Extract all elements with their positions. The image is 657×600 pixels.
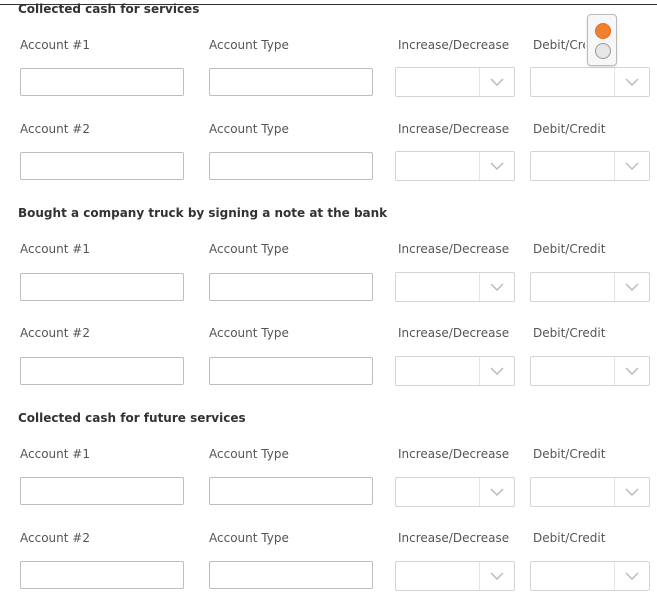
increase-decrease-select[interactable]	[395, 67, 515, 97]
debit-credit-label: Debit/Credit	[533, 242, 606, 256]
chevron-down-icon	[479, 562, 514, 590]
account-input[interactable]	[20, 477, 184, 505]
debit-credit-select[interactable]	[530, 67, 650, 97]
debit-credit-label: Debit/Credit	[533, 38, 585, 52]
account-input[interactable]	[20, 273, 184, 301]
account-type-label: Account Type	[209, 38, 289, 52]
account-type-input[interactable]	[209, 561, 373, 589]
account-label: Account #1	[20, 38, 90, 52]
account-type-input[interactable]	[209, 477, 373, 505]
account-label: Account #1	[20, 242, 90, 256]
debit-credit-label: Debit/Credit	[533, 122, 606, 136]
increase-decrease-label: Increase/Decrease	[398, 38, 510, 52]
debit-credit-label: Debit/Credit	[533, 326, 606, 340]
chevron-down-icon	[614, 562, 649, 590]
increase-decrease-label: Increase/Decrease	[398, 447, 510, 461]
debit-credit-label: Debit/Credit	[533, 447, 606, 461]
increase-decrease-select[interactable]	[395, 477, 515, 507]
account-label: Account #2	[20, 531, 90, 545]
chevron-down-icon	[614, 152, 649, 180]
section-title: Collected cash for future services	[18, 411, 246, 425]
chevron-down-icon	[614, 357, 649, 385]
account-type-label: Account Type	[209, 122, 289, 136]
account-type-input[interactable]	[209, 273, 373, 301]
account-type-input[interactable]	[209, 357, 373, 385]
debit-credit-select[interactable]	[530, 356, 650, 386]
debit-credit-select[interactable]	[530, 151, 650, 181]
chevron-down-icon	[479, 478, 514, 506]
account-label: Account #1	[20, 447, 90, 461]
account-type-label: Account Type	[209, 531, 289, 545]
toggle-switch-icon[interactable]	[587, 14, 617, 66]
account-type-input[interactable]	[209, 152, 373, 180]
account-input[interactable]	[20, 68, 184, 96]
increase-decrease-select[interactable]	[395, 561, 515, 591]
increase-decrease-select[interactable]	[395, 356, 515, 386]
chevron-down-icon	[614, 68, 649, 96]
increase-decrease-label: Increase/Decrease	[398, 531, 510, 545]
account-input[interactable]	[20, 357, 184, 385]
account-input[interactable]	[20, 561, 184, 589]
increase-decrease-select[interactable]	[395, 272, 515, 302]
toggle-on-indicator	[595, 23, 611, 39]
increase-decrease-select[interactable]	[395, 151, 515, 181]
account-label: Account #2	[20, 326, 90, 340]
chevron-down-icon	[479, 68, 514, 96]
section-title: Collected cash for services	[18, 2, 200, 16]
increase-decrease-label: Increase/Decrease	[398, 242, 510, 256]
account-type-input[interactable]	[209, 68, 373, 96]
debit-credit-label: Debit/Credit	[533, 531, 606, 545]
account-type-label: Account Type	[209, 242, 289, 256]
section-title: Bought a company truck by signing a note…	[18, 206, 388, 220]
increase-decrease-label: Increase/Decrease	[398, 122, 510, 136]
account-type-label: Account Type	[209, 326, 289, 340]
chevron-down-icon	[614, 478, 649, 506]
toggle-off-indicator	[595, 43, 611, 59]
account-input[interactable]	[20, 152, 184, 180]
increase-decrease-label: Increase/Decrease	[398, 326, 510, 340]
chevron-down-icon	[479, 152, 514, 180]
account-label: Account #2	[20, 122, 90, 136]
chevron-down-icon	[479, 273, 514, 301]
chevron-down-icon	[614, 273, 649, 301]
debit-credit-select[interactable]	[530, 272, 650, 302]
chevron-down-icon	[479, 357, 514, 385]
debit-credit-select[interactable]	[530, 477, 650, 507]
debit-credit-select[interactable]	[530, 561, 650, 591]
account-type-label: Account Type	[209, 447, 289, 461]
